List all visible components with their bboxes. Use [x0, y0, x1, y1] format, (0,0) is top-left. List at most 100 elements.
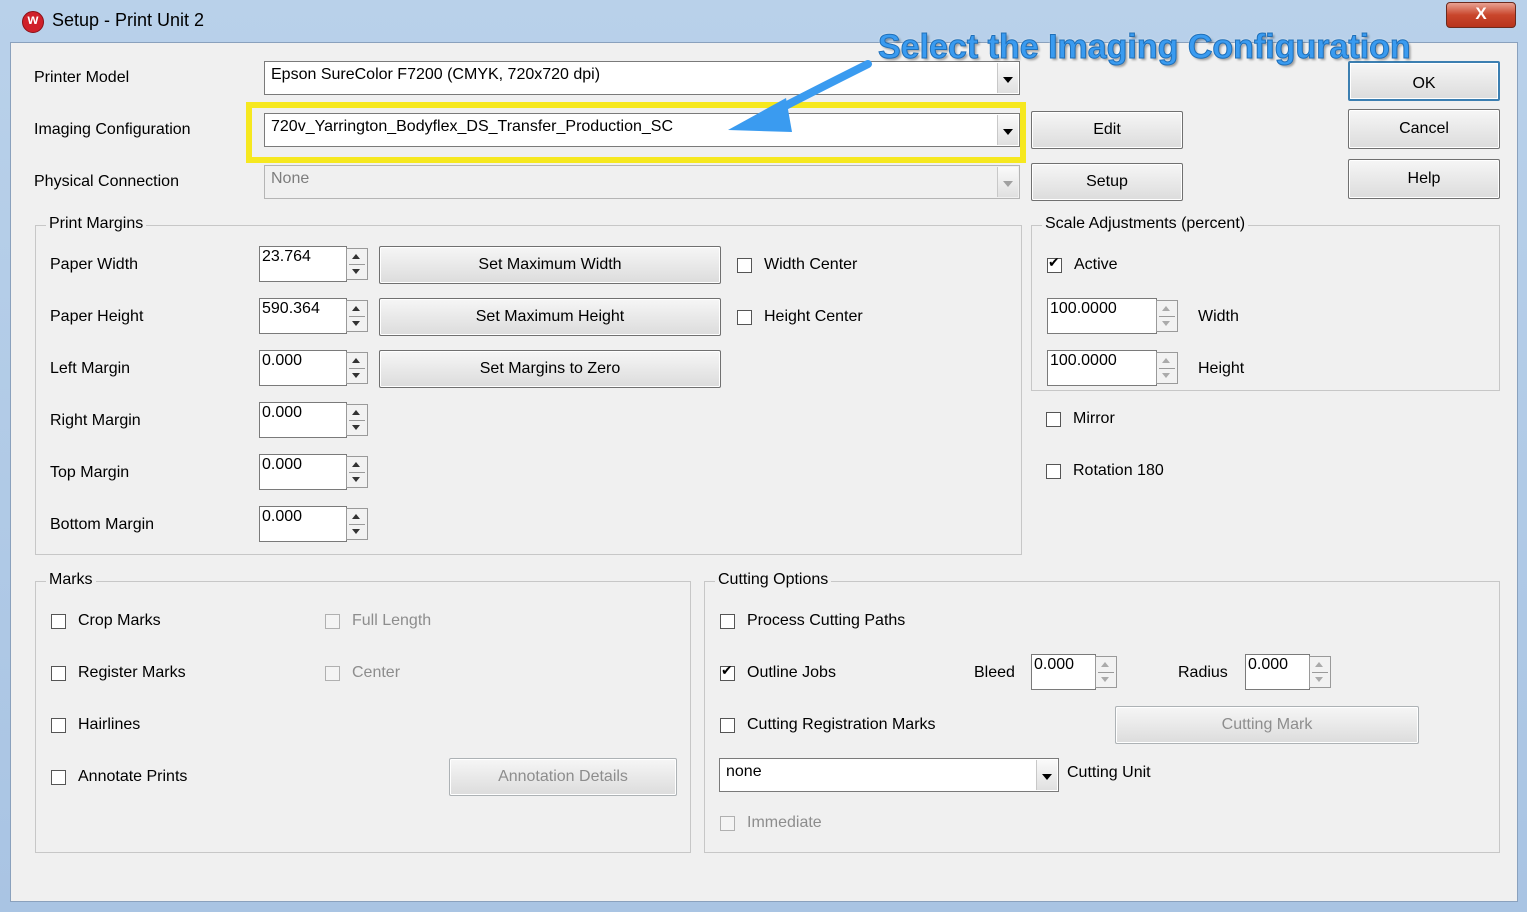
cutting-registration-marks-checkbox[interactable]: Cutting Registration Marks [720, 716, 936, 734]
imaging-configuration-label: Imaging Configuration [34, 121, 191, 138]
spin-arrows-icon[interactable] [346, 508, 368, 540]
checkbox-icon[interactable] [720, 717, 735, 733]
left-margin-stepper[interactable]: 0.000 [259, 350, 371, 386]
cutting-options-title: Cutting Options [715, 571, 832, 589]
physical-connection-dropdown[interactable]: None [264, 165, 1020, 199]
height-center-checkbox[interactable]: Height Center [737, 308, 863, 326]
chevron-down-icon[interactable] [997, 167, 1018, 197]
ok-button[interactable]: OK [1348, 61, 1500, 101]
active-checkbox[interactable]: Active [1047, 255, 1118, 274]
checkbox-icon[interactable] [1046, 411, 1061, 427]
crop-marks-checkbox[interactable]: Crop Marks [51, 612, 161, 630]
process-cutting-paths-label: Process Cutting Paths [747, 612, 906, 629]
left-margin-label: Left Margin [50, 360, 131, 377]
radius-stepper[interactable]: 0.000 [1245, 654, 1334, 690]
paper-width-stepper[interactable]: 23.764 [259, 246, 371, 282]
bleed-stepper[interactable]: 0.000 [1031, 654, 1120, 690]
checkbox-icon[interactable] [51, 665, 66, 681]
setup-button[interactable]: Setup [1031, 163, 1183, 201]
paper-width-label: Paper Width [50, 256, 139, 273]
scale-adjustments-title: Scale Adjustments (percent) [1042, 215, 1249, 233]
mirror-checkbox[interactable]: Mirror [1046, 410, 1115, 428]
physical-connection-value: None [271, 170, 310, 187]
spin-arrows-icon[interactable] [346, 248, 368, 280]
height-center-label: Height Center [764, 308, 863, 325]
cancel-button[interactable]: Cancel [1348, 109, 1500, 149]
dialog-client-area: Printer Model Epson SureColor F7200 (CMY… [10, 42, 1518, 902]
imaging-configuration-highlight-box [246, 102, 1026, 163]
annotation-details-button[interactable]: Annotation Details [449, 758, 677, 796]
scale-width-stepper[interactable]: 100.0000 [1047, 298, 1182, 334]
bottom-margin-stepper[interactable]: 0.000 [259, 506, 371, 542]
right-margin-label: Right Margin [50, 412, 141, 429]
rotation-180-checkbox[interactable]: Rotation 180 [1046, 462, 1164, 480]
left-margin-input[interactable]: 0.000 [259, 350, 347, 386]
spin-arrows-icon[interactable] [1156, 300, 1178, 332]
spin-arrows-icon[interactable] [346, 300, 368, 332]
marks-title: Marks [46, 571, 96, 589]
callout-arrow-icon [728, 60, 872, 132]
checkbox-icon[interactable] [720, 815, 735, 831]
chevron-down-icon[interactable] [997, 63, 1018, 93]
checkbox-icon[interactable] [51, 717, 66, 733]
top-margin-input[interactable]: 0.000 [259, 454, 347, 490]
bleed-label: Bleed [974, 664, 1015, 681]
checkbox-icon[interactable] [325, 613, 340, 629]
bottom-margin-label: Bottom Margin [50, 516, 155, 533]
bottom-margin-input[interactable]: 0.000 [259, 506, 347, 542]
spin-arrows-icon[interactable] [1309, 656, 1331, 688]
scale-width-input[interactable]: 100.0000 [1047, 298, 1157, 334]
top-margin-stepper[interactable]: 0.000 [259, 454, 371, 490]
checkbox-icon[interactable] [737, 257, 752, 273]
register-marks-checkbox[interactable]: Register Marks [51, 664, 186, 682]
spin-arrows-icon[interactable] [346, 456, 368, 488]
spin-arrows-icon[interactable] [346, 404, 368, 436]
right-margin-input[interactable]: 0.000 [259, 402, 347, 438]
checkbox-icon[interactable] [51, 769, 66, 785]
paper-height-input[interactable]: 590.364 [259, 298, 347, 334]
cutting-unit-value: none [726, 763, 762, 780]
checkbox-checked-icon[interactable] [720, 663, 735, 681]
cutting-unit-dropdown[interactable]: none [719, 758, 1059, 792]
center-checkbox[interactable]: Center [325, 664, 400, 682]
checkbox-checked-icon[interactable] [1047, 255, 1062, 273]
outline-jobs-checkbox[interactable]: Outline Jobs [720, 663, 836, 682]
paper-width-input[interactable]: 23.764 [259, 246, 347, 282]
checkbox-icon[interactable] [51, 613, 66, 629]
checkbox-icon[interactable] [1046, 463, 1061, 479]
register-marks-label: Register Marks [78, 664, 186, 681]
spin-arrows-icon[interactable] [346, 352, 368, 384]
bleed-input[interactable]: 0.000 [1031, 654, 1096, 690]
center-label: Center [352, 664, 401, 681]
process-cutting-paths-checkbox[interactable]: Process Cutting Paths [720, 612, 905, 630]
cutting-options-group: Cutting Options Process Cutting Paths Ou… [704, 571, 1500, 853]
right-margin-stepper[interactable]: 0.000 [259, 402, 371, 438]
edit-button[interactable]: Edit [1031, 111, 1183, 149]
set-maximum-width-button[interactable]: Set Maximum Width [379, 246, 721, 284]
checkbox-icon[interactable] [737, 309, 752, 325]
checkbox-icon[interactable] [325, 665, 340, 681]
immediate-checkbox[interactable]: Immediate [720, 814, 822, 832]
cutting-mark-button[interactable]: Cutting Mark [1115, 706, 1419, 744]
annotate-prints-checkbox[interactable]: Annotate Prints [51, 768, 187, 786]
checkbox-icon[interactable] [720, 613, 735, 629]
radius-input[interactable]: 0.000 [1245, 654, 1310, 690]
scale-height-stepper[interactable]: 100.0000 [1047, 350, 1182, 386]
width-center-checkbox[interactable]: Width Center [737, 256, 857, 274]
set-margins-to-zero-button[interactable]: Set Margins to Zero [379, 350, 721, 388]
help-button[interactable]: Help [1348, 159, 1500, 199]
hairlines-label: Hairlines [78, 716, 141, 733]
scale-height-input[interactable]: 100.0000 [1047, 350, 1157, 386]
chevron-down-icon[interactable] [1036, 760, 1057, 790]
callout-text: Select the Imaging Configuration [878, 28, 1412, 67]
rotation-label: Rotation 180 [1073, 462, 1164, 479]
full-length-checkbox[interactable]: Full Length [325, 612, 431, 630]
close-button[interactable]: X [1446, 2, 1516, 28]
spin-arrows-icon[interactable] [1095, 656, 1117, 688]
hairlines-checkbox[interactable]: Hairlines [51, 716, 140, 734]
print-margins-group: Print Margins Paper Width 23.764 Set Max… [35, 215, 1022, 555]
printer-model-label: Printer Model [34, 69, 130, 86]
set-maximum-height-button[interactable]: Set Maximum Height [379, 298, 721, 336]
paper-height-stepper[interactable]: 590.364 [259, 298, 371, 334]
spin-arrows-icon[interactable] [1156, 352, 1178, 384]
